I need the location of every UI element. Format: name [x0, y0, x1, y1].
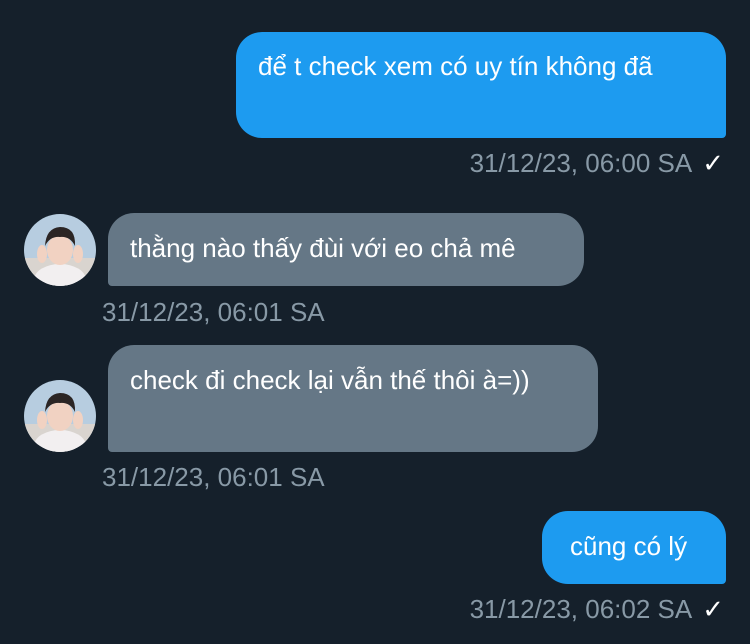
message-timestamp: 31/12/23, 06:01 SA — [102, 297, 325, 327]
message-bubble-sent[interactable]: cũng có lý — [542, 511, 726, 584]
message-text: thằng nào thấy đùi với eo chả mê — [130, 233, 516, 263]
message-bubble-received[interactable]: thằng nào thấy đùi với eo chả mê — [108, 213, 584, 286]
message-timestamp: 31/12/23, 06:00 SA — [469, 148, 693, 178]
user-avatar[interactable] — [24, 214, 96, 286]
message-meta: 31/12/23, 06:02 SA ✓ — [470, 594, 724, 624]
check-icon: ✓ — [702, 148, 724, 178]
message-timestamp: 31/12/23, 06:02 SA — [469, 594, 693, 624]
check-icon: ✓ — [702, 594, 724, 624]
message-text: check đi check lại vẫn thế thôi à=)) — [130, 365, 530, 395]
message-bubble-sent[interactable]: để t check xem có uy tín không đã — [236, 32, 726, 138]
user-avatar[interactable] — [24, 380, 96, 452]
message-text: cũng có lý — [570, 531, 688, 561]
message-text: để t check xem có uy tín không đã — [258, 51, 653, 81]
message-meta: 31/12/23, 06:00 SA ✓ — [470, 148, 724, 178]
message-bubble-received[interactable]: check đi check lại vẫn thế thôi à=)) — [108, 345, 598, 452]
message-timestamp: 31/12/23, 06:01 SA — [102, 462, 325, 492]
